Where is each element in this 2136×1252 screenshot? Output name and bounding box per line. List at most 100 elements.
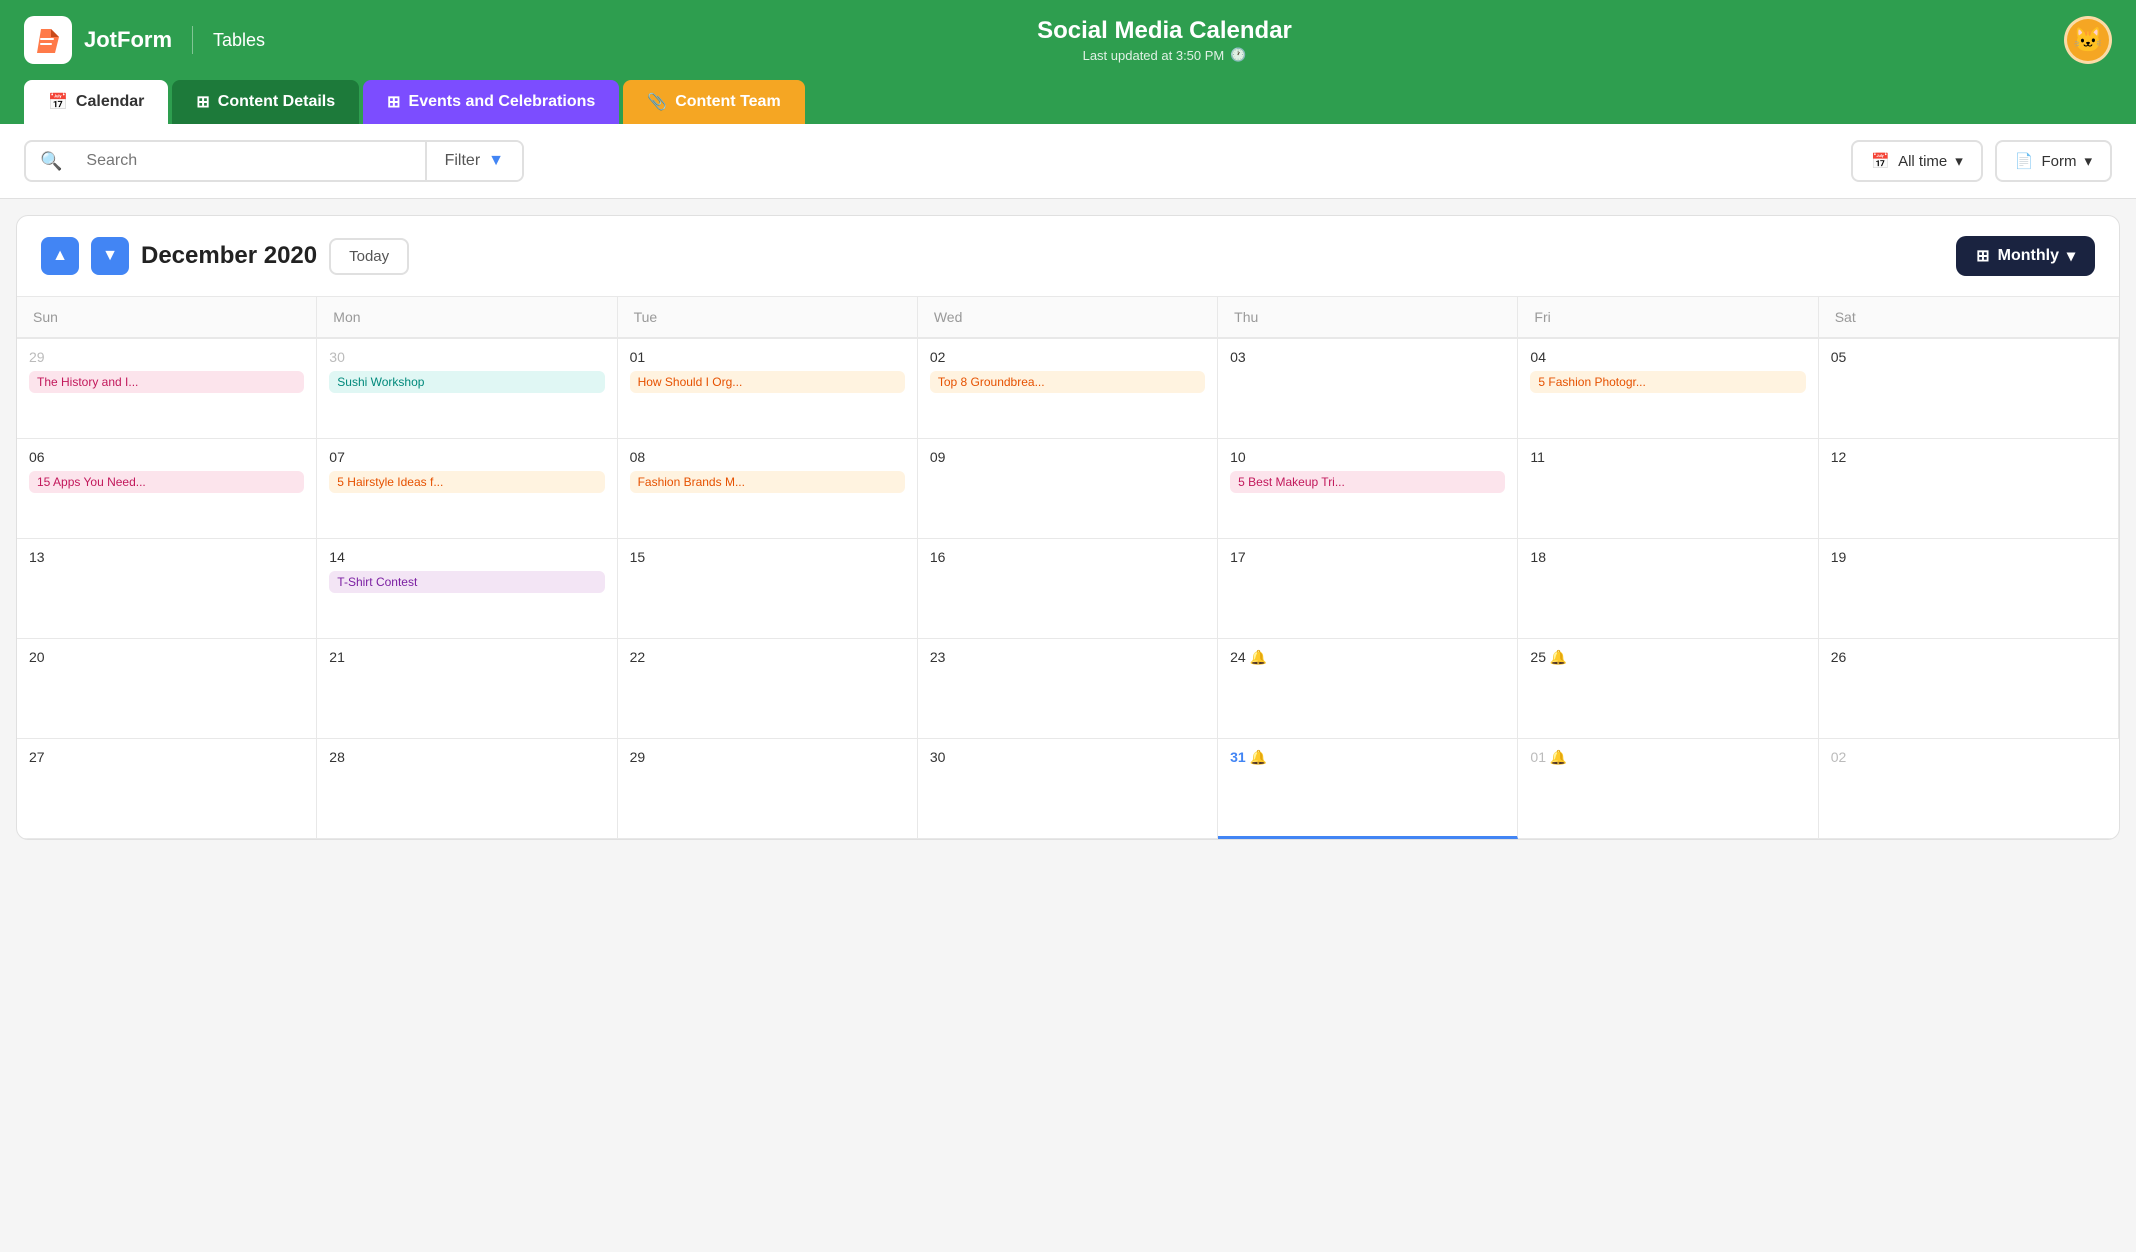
month-title: December 2020	[141, 242, 317, 270]
event-pill[interactable]: The History and I...	[29, 371, 304, 393]
day-cell[interactable]: 04 5 Fashion Photogr...	[1518, 339, 1818, 439]
event-pill[interactable]: 15 Apps You Need...	[29, 471, 304, 493]
day-cell[interactable]: 25 🔔	[1518, 639, 1818, 739]
day-number: 07	[329, 449, 604, 465]
today-button[interactable]: Today	[329, 238, 409, 275]
day-cell[interactable]: 27	[17, 739, 317, 839]
day-cell[interactable]: 05	[1819, 339, 2119, 439]
day-cell[interactable]: 16	[918, 539, 1218, 639]
monthly-label: Monthly	[1998, 247, 2059, 265]
filter-button[interactable]: Filter ▼	[425, 142, 522, 180]
filter-icon: ▼	[488, 152, 504, 170]
day-cell[interactable]: 18	[1518, 539, 1818, 639]
tab-events[interactable]: ⊞ Events and Celebrations	[363, 80, 619, 124]
day-cell[interactable]: 02 Top 8 Groundbrea...	[918, 339, 1218, 439]
event-pill[interactable]: Top 8 Groundbrea...	[930, 371, 1205, 393]
day-number: 25 🔔	[1530, 649, 1805, 666]
day-number: 27	[29, 749, 304, 765]
day-number: 01	[630, 349, 905, 365]
event-pill[interactable]: 5 Best Makeup Tri...	[1230, 471, 1505, 493]
day-number: 03	[1230, 349, 1505, 365]
day-number: 28	[329, 749, 604, 765]
day-number: 30	[930, 749, 1205, 765]
day-number: 02	[930, 349, 1205, 365]
avatar[interactable]: 🐱	[2064, 16, 2112, 64]
day-number: 06	[29, 449, 304, 465]
monthly-chevron: ▾	[2067, 246, 2075, 266]
day-cell[interactable]: 07 5 Hairstyle Ideas f...	[317, 439, 617, 539]
header-center: Social Media Calendar Last updated at 3:…	[265, 17, 2064, 63]
day-cell[interactable]: 03	[1218, 339, 1518, 439]
tab-content-team[interactable]: 📎 Content Team	[623, 80, 804, 124]
prev-month-button[interactable]: ▲	[41, 237, 79, 275]
day-number: 20	[29, 649, 304, 665]
day-cell[interactable]: 14T-Shirt Contest	[317, 539, 617, 639]
tab-bar: 📅 Calendar ⊞ Content Details ⊞ Events an…	[0, 80, 2136, 124]
day-cell[interactable]: 20	[17, 639, 317, 739]
day-number: 18	[1530, 549, 1805, 565]
day-cell[interactable]: 01 How Should I Org...	[618, 339, 918, 439]
day-number: 11	[1530, 449, 1805, 465]
monthly-view-button[interactable]: ⊞ Monthly ▾	[1956, 236, 2095, 276]
tab-calendar[interactable]: 📅 Calendar	[24, 80, 168, 124]
day-cell[interactable]: 26	[1819, 639, 2119, 739]
day-number: 23	[930, 649, 1205, 665]
day-cell[interactable]: 17	[1218, 539, 1518, 639]
logo-area: JotForm Tables	[24, 16, 265, 64]
calendar-header: ▲ ▼ December 2020 Today ⊞ Monthly ▾	[17, 216, 2119, 296]
day-cell[interactable]: 08Fashion Brands M...	[618, 439, 918, 539]
day-cell[interactable]: 09	[918, 439, 1218, 539]
all-time-button[interactable]: 📅 All time ▾	[1851, 140, 1982, 182]
day-header-wed: Wed	[918, 297, 1218, 338]
day-cell[interactable]: 22	[618, 639, 918, 739]
day-cell[interactable]: 02	[1819, 739, 2119, 839]
day-cell[interactable]: 19	[1819, 539, 2119, 639]
day-cell[interactable]: 30Sushi Workshop	[317, 339, 617, 439]
day-number: 21	[329, 649, 604, 665]
content-team-tab-label: Content Team	[675, 93, 780, 111]
event-pill[interactable]: 5 Hairstyle Ideas f...	[329, 471, 604, 493]
day-cell[interactable]: 15	[618, 539, 918, 639]
day-number: 04	[1530, 349, 1805, 365]
day-cell[interactable]: 31 🔔	[1218, 739, 1518, 839]
day-cell[interactable]: 23	[918, 639, 1218, 739]
day-cell[interactable]: 13	[17, 539, 317, 639]
day-cell[interactable]: 06 15 Apps You Need...	[17, 439, 317, 539]
events-tab-label: Events and Celebrations	[409, 93, 596, 111]
all-time-label: All time	[1898, 153, 1947, 170]
event-pill[interactable]: Fashion Brands M...	[630, 471, 905, 493]
day-cell[interactable]: 12	[1819, 439, 2119, 539]
day-cell[interactable]: 29	[618, 739, 918, 839]
day-number: 05	[1831, 349, 2106, 365]
day-number: 09	[930, 449, 1205, 465]
day-number: 31 🔔	[1230, 749, 1505, 766]
day-cell[interactable]: 30	[918, 739, 1218, 839]
event-pill[interactable]: Sushi Workshop	[329, 371, 604, 393]
content-details-tab-label: Content Details	[218, 93, 335, 111]
day-cell[interactable]: 29The History and I...	[17, 339, 317, 439]
filter-label: Filter	[445, 152, 481, 170]
day-cell[interactable]: 24 🔔	[1218, 639, 1518, 739]
calendar-grid: Sun Mon Tue Wed Thu Fri Sat	[17, 296, 2119, 338]
day-cell[interactable]: 105 Best Makeup Tri...	[1218, 439, 1518, 539]
event-pill[interactable]: T-Shirt Contest	[329, 571, 604, 593]
all-time-chevron: ▾	[1955, 152, 1963, 170]
day-number: 19	[1831, 549, 2106, 565]
tab-content-details[interactable]: ⊞ Content Details	[172, 80, 359, 124]
search-input[interactable]	[70, 142, 424, 180]
day-header-fri: Fri	[1518, 297, 1818, 338]
day-cell[interactable]: 28	[317, 739, 617, 839]
content-details-tab-icon: ⊞	[196, 92, 209, 112]
form-button[interactable]: 📄 Form ▾	[1995, 140, 2112, 182]
content-team-tab-icon: 📎	[647, 92, 667, 112]
next-month-button[interactable]: ▼	[91, 237, 129, 275]
day-header-sat: Sat	[1819, 297, 2119, 338]
day-cell[interactable]: 01 🔔	[1518, 739, 1818, 839]
day-cell[interactable]: 21	[317, 639, 617, 739]
day-cell[interactable]: 11	[1518, 439, 1818, 539]
event-pill[interactable]: How Should I Org...	[630, 371, 905, 393]
event-pill[interactable]: 5 Fashion Photogr...	[1530, 371, 1805, 393]
day-header-sun: Sun	[17, 297, 317, 338]
day-header-mon: Mon	[317, 297, 617, 338]
logo-divider	[192, 26, 193, 54]
